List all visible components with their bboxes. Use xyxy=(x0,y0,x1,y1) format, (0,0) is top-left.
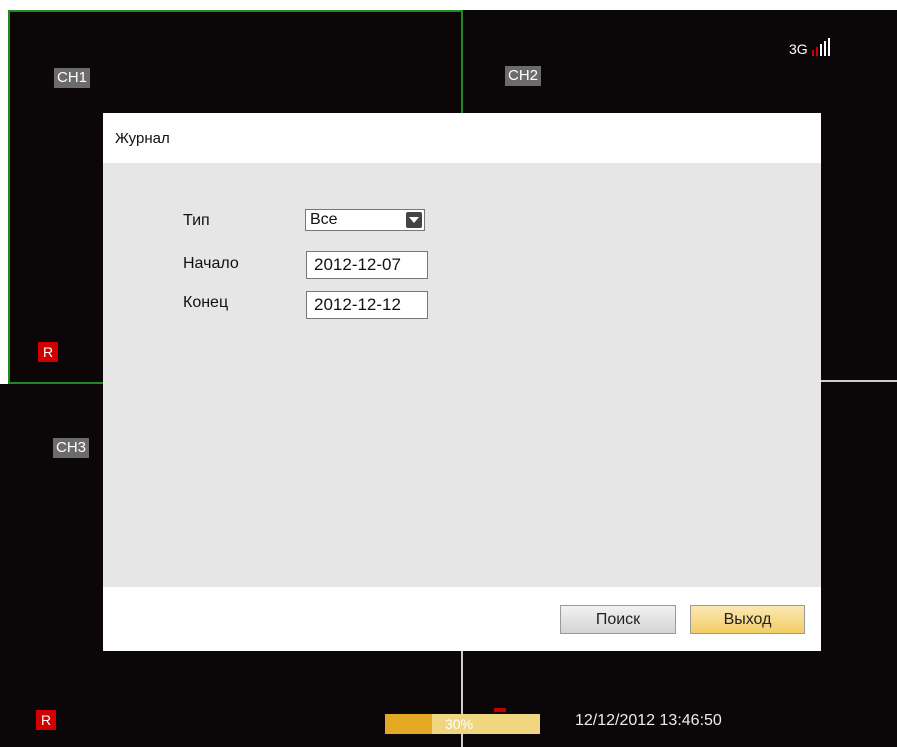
channel-label-ch1: CH1 xyxy=(54,68,91,88)
progress-text: 30% xyxy=(445,716,474,732)
dialog-footer: Поиск Выход xyxy=(103,587,821,651)
alarm-indicator xyxy=(494,708,506,712)
exit-button[interactable]: Выход xyxy=(690,605,805,634)
start-date-field[interactable]: 2012-12-07 xyxy=(306,251,428,279)
grid-divider-horizontal xyxy=(820,380,897,382)
dialog-title: Журнал xyxy=(103,113,821,163)
network-type-label: 3G xyxy=(789,41,808,57)
end-label: Конец xyxy=(183,294,229,311)
dvr-screen: CH1 R CH2 CH3 R 3G Журнал Тип Все Начало xyxy=(0,0,897,747)
type-select[interactable]: Все xyxy=(305,209,425,231)
chevron-down-icon[interactable] xyxy=(406,212,422,228)
type-select-value: Все xyxy=(310,211,338,228)
type-label: Тип xyxy=(183,212,210,229)
record-indicator-ch1: R xyxy=(38,342,58,362)
network-status: 3G xyxy=(789,36,830,56)
channel-label-ch2: CH2 xyxy=(505,66,542,86)
signal-bars-icon xyxy=(811,38,830,56)
start-label: Начало xyxy=(183,255,239,272)
progress-fill xyxy=(385,714,432,734)
dialog-content: Тип Все Начало 2012-12-07 Конец 2012-12-… xyxy=(103,163,821,587)
channel-label-ch3: CH3 xyxy=(53,438,90,458)
system-datetime: 12/12/2012 13:46:50 xyxy=(575,712,722,729)
record-indicator-ch3: R xyxy=(36,710,56,730)
top-strip xyxy=(0,0,897,10)
search-button[interactable]: Поиск xyxy=(560,605,676,634)
progress-bar: 30% xyxy=(385,714,540,734)
end-date-field[interactable]: 2012-12-12 xyxy=(306,291,428,319)
log-dialog: Журнал Тип Все Начало 2012-12-07 Конец 2… xyxy=(103,113,821,651)
